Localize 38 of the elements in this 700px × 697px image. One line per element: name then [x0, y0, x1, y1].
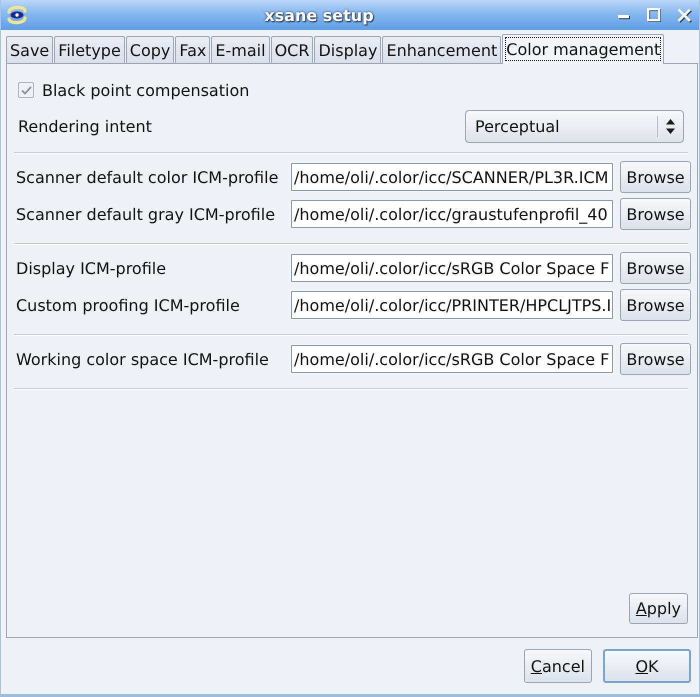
tab[interactable]: Color management [502, 34, 664, 64]
tab[interactable]: Filetype [54, 36, 125, 63]
checkbox-label[interactable]: Black point compensation [42, 80, 250, 100]
path-field[interactable]: /home/oli/.color/icc/graustufenprofil_40 [291, 200, 613, 228]
browse-button[interactable]: Browse [620, 289, 691, 321]
profile-label: Scanner default color ICM-profile [16, 168, 280, 186]
profile-label: Custom proofing ICM-profile [16, 296, 241, 314]
browse-button[interactable]: Browse [620, 161, 691, 193]
browse-button[interactable]: Browse [620, 198, 691, 230]
checkbox[interactable] [18, 82, 34, 98]
profile-label: Scanner default gray ICM-profile [16, 204, 276, 224]
eye-icon[interactable] [6, 5, 28, 25]
close-icon[interactable] [677, 8, 692, 22]
tab[interactable]: E-mail [211, 36, 270, 63]
tab[interactable]: Display [314, 36, 382, 63]
profile-label: Working color space ICM-profile [16, 350, 270, 368]
maximize-icon[interactable] [647, 8, 661, 22]
path-field[interactable]: /home/oli/.color/icc/PRINTER/HPCLJTPS.I [291, 291, 613, 319]
minimize-icon[interactable] [618, 15, 631, 20]
checkmark-icon [20, 86, 32, 94]
ok-button[interactable]: OK [603, 649, 691, 683]
up-down-arrows-icon [666, 119, 675, 134]
browse-button[interactable]: Browse [620, 252, 691, 284]
rendering-intent-dropdown[interactable]: Perceptual [465, 110, 684, 143]
field-label: Rendering intent [18, 117, 152, 136]
profile-label: Display ICM-profile [16, 258, 168, 278]
tab[interactable]: Save [6, 36, 54, 63]
browse-button[interactable]: Browse [620, 343, 691, 375]
apply-button[interactable]: Apply [628, 593, 688, 624]
path-field[interactable]: /home/oli/.color/icc/sRGB Color Space F [291, 345, 613, 373]
tab[interactable]: OCR [270, 36, 314, 63]
cancel-button[interactable]: Cancel [524, 649, 592, 683]
tab[interactable]: Fax [175, 36, 210, 63]
tab[interactable]: Enhancement [382, 36, 502, 63]
path-field[interactable]: /home/oli/.color/icc/sRGB Color Space F [291, 254, 613, 282]
path-field[interactable]: /home/oli/.color/icc/SCANNER/PL3R.ICM [291, 163, 613, 191]
tab[interactable]: Copy [126, 36, 174, 63]
window-title: xsane setup [264, 6, 374, 24]
